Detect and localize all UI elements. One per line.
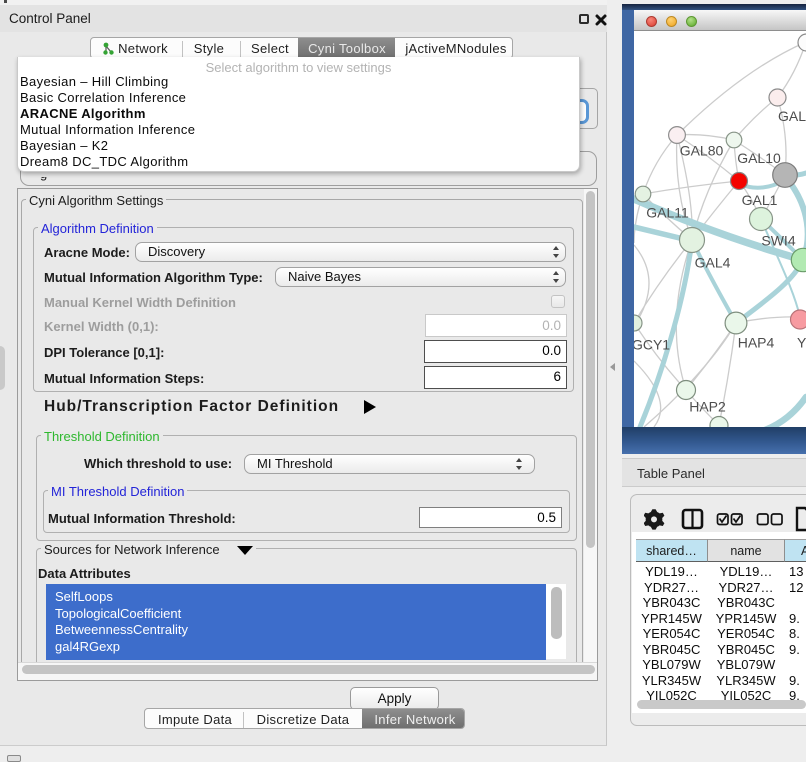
svg-text:Y: Y	[797, 335, 806, 351]
svg-text:GAL80: GAL80	[680, 143, 724, 159]
svg-text:GAL1: GAL1	[742, 192, 778, 208]
svg-text:GCY1: GCY1	[634, 337, 670, 353]
svg-text:GAL11: GAL11	[646, 205, 689, 221]
svg-text:GAL4: GAL4	[695, 255, 731, 271]
svg-text:GAL: GAL	[778, 108, 806, 124]
svg-text:HAP2: HAP2	[689, 399, 726, 415]
svg-text:SWI4: SWI4	[761, 233, 795, 249]
svg-text:GAL10: GAL10	[737, 150, 781, 166]
svg-text:HAP4: HAP4	[738, 335, 775, 351]
